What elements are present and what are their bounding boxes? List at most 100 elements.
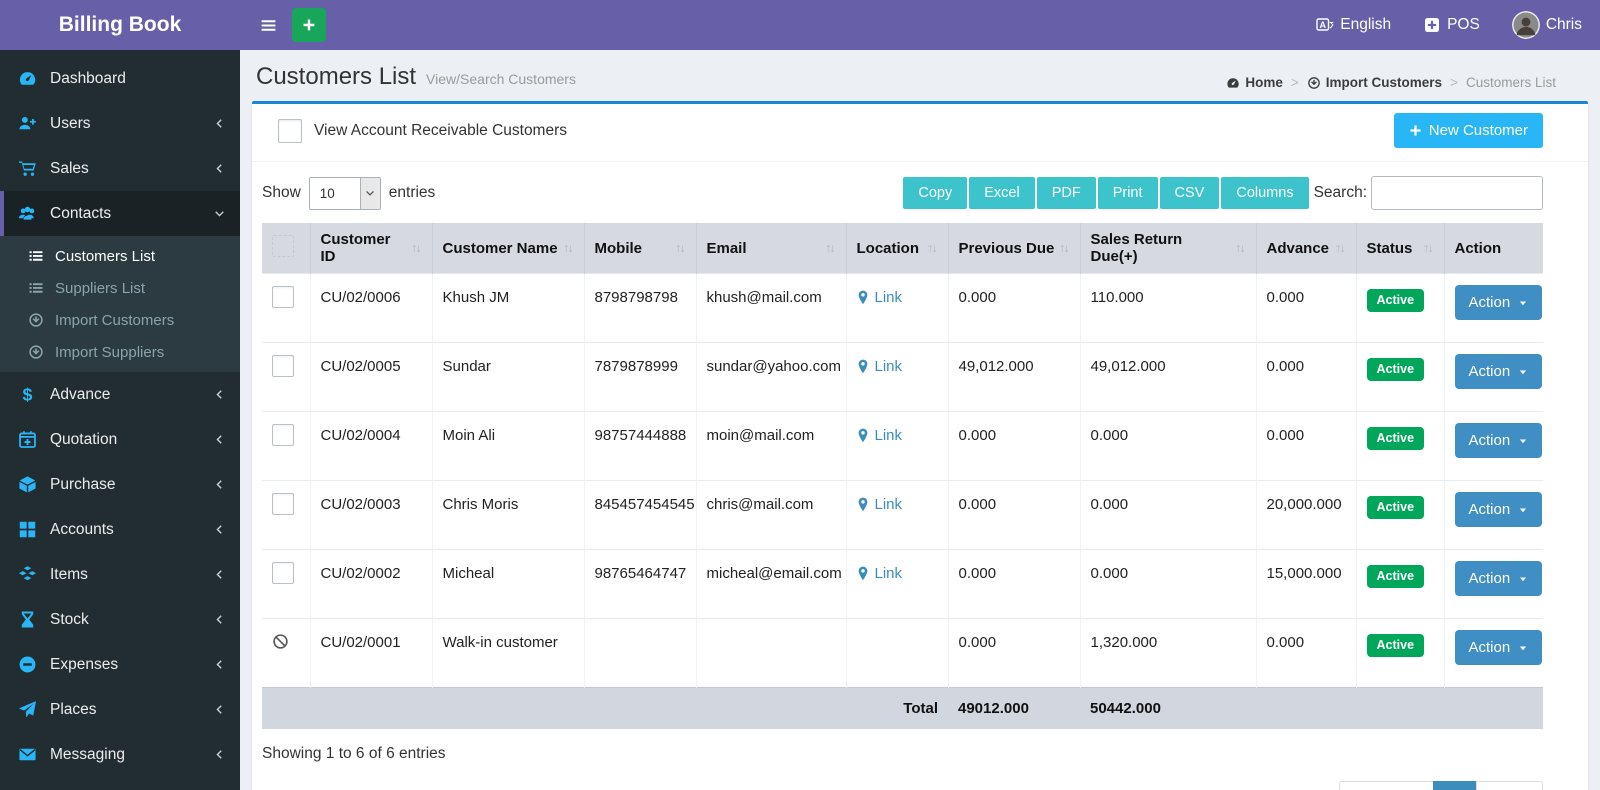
- sidebar-item-stock[interactable]: Stock: [0, 597, 240, 642]
- location-link[interactable]: Link: [857, 289, 903, 306]
- navbar: A English POS Chris: [240, 0, 1600, 50]
- row-checkbox[interactable]: [272, 424, 294, 446]
- sidebar-item-import-suppliers[interactable]: Import Suppliers: [0, 336, 240, 368]
- action-button[interactable]: Action: [1455, 423, 1543, 458]
- sidebar-item-suppliers-list[interactable]: Suppliers List: [0, 272, 240, 304]
- cube-icon: [18, 475, 37, 494]
- app-logo[interactable]: Billing Book: [0, 0, 240, 50]
- sidebar-item-places[interactable]: Places: [0, 687, 240, 732]
- column-header-customer-name[interactable]: Customer Name↑↓: [432, 223, 584, 274]
- pagination-next-button[interactable]: Next: [1476, 781, 1543, 790]
- page-length-select[interactable]: 10: [309, 177, 381, 210]
- cell-location: Link: [846, 412, 948, 481]
- cell-mobile: 98757444888: [584, 412, 696, 481]
- cell-advance: 20,000.000: [1256, 481, 1356, 550]
- copy-button[interactable]: Copy: [903, 177, 967, 209]
- cell-mobile: 98765464747: [584, 550, 696, 619]
- title-wrap: Customers List View/Search Customers: [256, 63, 576, 91]
- navbar-right: A English POS Chris: [1316, 11, 1582, 39]
- total-select: [262, 688, 310, 729]
- view-receivable-label: View Account Receivable Customers: [314, 122, 567, 140]
- action-button-label: Action: [1469, 639, 1511, 656]
- import-icon: [1307, 76, 1321, 90]
- sidebar-item-messaging[interactable]: Messaging: [0, 732, 240, 777]
- sort-icon: ↑↓: [675, 241, 686, 255]
- column-header-sales-return-due[interactable]: Sales Return Due(+)↑↓: [1080, 223, 1256, 274]
- cell-customer-name: Moin Ali: [432, 412, 584, 481]
- location-link[interactable]: Link: [857, 565, 903, 582]
- sidebar-item-users[interactable]: Users: [0, 101, 240, 146]
- pos-button[interactable]: POS: [1423, 16, 1480, 34]
- action-button[interactable]: Action: [1455, 354, 1543, 389]
- show-label: Show: [262, 184, 301, 202]
- sidebar-toggle-button[interactable]: [252, 8, 284, 42]
- cell-previous-due: 0.000: [948, 274, 1080, 343]
- column-header-status[interactable]: Status↑↓: [1356, 223, 1444, 274]
- breadcrumb-item-import-customers[interactable]: Import Customers: [1307, 75, 1442, 90]
- new-customer-button[interactable]: New Customer: [1394, 113, 1543, 148]
- user-menu[interactable]: Chris: [1512, 11, 1582, 39]
- pagination-previous-button[interactable]: Previous: [1339, 781, 1433, 790]
- sidebar-item-import-customers[interactable]: Import Customers: [0, 304, 240, 336]
- cell-advance: 0.000: [1256, 274, 1356, 343]
- sidebar-item-items[interactable]: Items: [0, 552, 240, 597]
- cell-customer-id: CU/02/0001: [310, 619, 432, 688]
- sidebar-item-expenses[interactable]: Expenses: [0, 642, 240, 687]
- columns-button[interactable]: Columns: [1221, 177, 1308, 209]
- cell-action: Action: [1444, 619, 1543, 688]
- chevron-down-icon: [365, 188, 375, 198]
- cell-email: khush@mail.com: [696, 274, 846, 343]
- row-checkbox[interactable]: [272, 355, 294, 377]
- column-header-mobile[interactable]: Mobile↑↓: [584, 223, 696, 274]
- csv-button[interactable]: CSV: [1160, 177, 1220, 209]
- sidebar-item-advance[interactable]: $Advance: [0, 372, 240, 417]
- excel-button[interactable]: Excel: [969, 177, 1034, 209]
- table-row: CU/02/0004Moin Ali98757444888moin@mail.c…: [262, 412, 1543, 481]
- breadcrumb-item-home[interactable]: Home: [1226, 75, 1283, 90]
- cell-previous-due: 0.000: [948, 550, 1080, 619]
- table-row: CU/02/0006Khush JM8798798798khush@mail.c…: [262, 274, 1543, 343]
- column-header-customer-id[interactable]: Customer ID↑↓: [310, 223, 432, 274]
- row-checkbox[interactable]: [272, 562, 294, 584]
- location-link[interactable]: Link: [857, 496, 903, 513]
- view-receivable-checkbox[interactable]: [278, 119, 302, 143]
- cell-previous-due: 0.000: [948, 481, 1080, 550]
- row-checkbox[interactable]: [272, 286, 294, 308]
- sidebar-item-dashboard[interactable]: Dashboard: [0, 56, 240, 101]
- action-button[interactable]: Action: [1455, 561, 1543, 596]
- column-header-previous-due[interactable]: Previous Due↑↓: [948, 223, 1080, 274]
- sidebar-item-purchase[interactable]: Purchase: [0, 462, 240, 507]
- sidebar-item-customers-list[interactable]: Customers List: [0, 240, 240, 272]
- action-button[interactable]: Action: [1455, 285, 1543, 320]
- column-header-email[interactable]: Email↑↓: [696, 223, 846, 274]
- cell-customer-name: Khush JM: [432, 274, 584, 343]
- pagination-page-1-button[interactable]: 1: [1433, 781, 1477, 790]
- column-header-location[interactable]: Location↑↓: [846, 223, 948, 274]
- column-header-advance[interactable]: Advance↑↓: [1256, 223, 1356, 274]
- print-button[interactable]: Print: [1098, 177, 1158, 209]
- action-button[interactable]: Action: [1455, 492, 1543, 527]
- action-button[interactable]: Action: [1455, 630, 1543, 665]
- hamburger-icon: [260, 17, 277, 34]
- status-badge: Active: [1367, 565, 1425, 588]
- export-buttons: CopyExcelPDFPrintCSVColumns: [903, 177, 1308, 209]
- pdf-button[interactable]: PDF: [1037, 177, 1096, 209]
- language-menu[interactable]: A English: [1316, 16, 1391, 34]
- quick-add-button[interactable]: [292, 8, 326, 42]
- sidebar-item-accounts[interactable]: Accounts: [0, 507, 240, 552]
- row-checkbox[interactable]: [272, 493, 294, 515]
- select-all-checkbox[interactable]: [272, 235, 294, 257]
- chevron-left-icon: [214, 569, 225, 580]
- location-link[interactable]: Link: [857, 358, 903, 375]
- column-header-action: Action: [1444, 223, 1543, 274]
- search-input[interactable]: [1371, 176, 1543, 210]
- sidebar-item-sales[interactable]: Sales: [0, 146, 240, 191]
- calendar-plus-icon: [18, 430, 37, 449]
- user-avatar: [1512, 11, 1540, 39]
- location-link[interactable]: Link: [857, 427, 903, 444]
- sidebar-item-quotation[interactable]: Quotation: [0, 417, 240, 462]
- sidebar-item-contacts[interactable]: Contacts: [0, 191, 240, 236]
- svg-text:A: A: [1320, 20, 1327, 30]
- map-marker-icon: [857, 497, 869, 512]
- status-badge: Active: [1367, 358, 1425, 381]
